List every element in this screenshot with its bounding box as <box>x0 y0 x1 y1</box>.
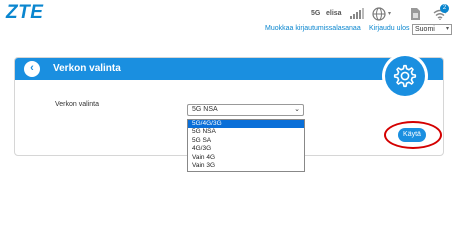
globe-caret-icon: ▾ <box>388 11 392 17</box>
wifi-client-count-badge: 2 <box>440 4 449 13</box>
globe-icon[interactable] <box>372 7 386 21</box>
option-5g-4g-3g[interactable]: 5G/4G/3G <box>188 120 304 129</box>
signal-icon <box>350 8 364 19</box>
top-links: Muokkaa kirjautumissalasanaa Kirjaudu ul… <box>0 24 458 39</box>
network-mode-options: 5G/4G/3G 5G NSA 5G SA 4G/3G Vain 4G Vain… <box>187 119 305 172</box>
option-5g-nsa[interactable]: 5G NSA <box>188 128 304 136</box>
panel-header: ‹ Verkon valinta <box>15 58 443 80</box>
page-title: Verkon valinta <box>53 63 121 74</box>
network-selection-label: Verkon valinta <box>55 101 99 108</box>
change-password-link[interactable]: Muokkaa kirjautumissalasanaa <box>265 25 361 32</box>
apply-button[interactable]: Käytä <box>398 128 426 142</box>
back-button[interactable]: ‹ <box>24 61 40 77</box>
option-only-3g[interactable]: Vain 3G <box>188 162 304 170</box>
logout-link[interactable]: Kirjaudu ulos <box>369 25 409 32</box>
network-type-label: 5G <box>311 10 321 17</box>
chevron-down-icon: ⌄ <box>294 106 300 113</box>
gear-icon <box>385 56 425 96</box>
back-arrow-icon: ‹ <box>30 62 34 74</box>
option-only-4g[interactable]: Vain 4G <box>188 154 304 162</box>
chevron-down-icon: ▾ <box>445 26 449 32</box>
option-5g-sa[interactable]: 5G SA <box>188 137 304 145</box>
language-value: Suomi <box>415 26 435 33</box>
operator-label: elisa <box>326 10 342 17</box>
language-select[interactable]: Suomi ▾ <box>412 24 452 35</box>
option-4g-3g[interactable]: 4G/3G <box>188 145 304 153</box>
sim-card-icon <box>411 8 420 20</box>
network-mode-value: 5G NSA <box>192 106 218 113</box>
settings-badge <box>382 53 428 99</box>
network-mode-select[interactable]: 5G NSA ⌄ <box>187 104 304 116</box>
status-bar: 5G elisa ▾ 2 <box>0 4 458 24</box>
